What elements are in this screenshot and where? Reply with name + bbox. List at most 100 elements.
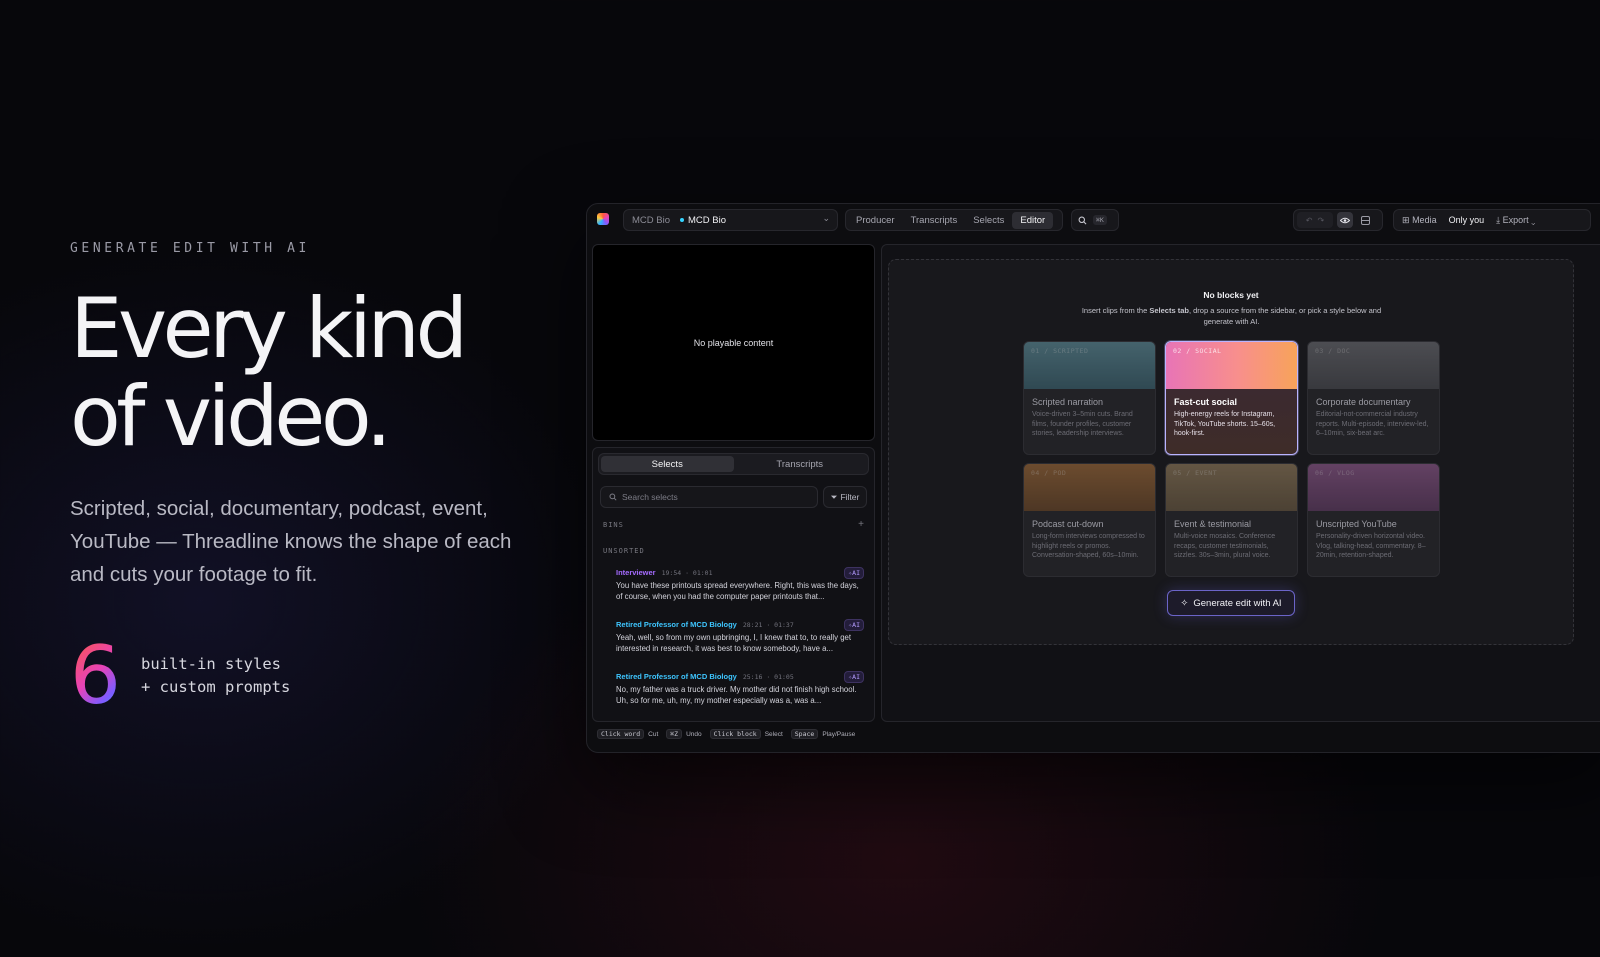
- visibility-button[interactable]: Only you: [1449, 215, 1485, 225]
- clip-timecode: 25:16 · 01:05: [742, 672, 794, 681]
- ai-badge: ✧AI: [844, 671, 864, 683]
- search-shortcut: ⌘K: [1093, 215, 1107, 225]
- selects-search-input[interactable]: [622, 492, 792, 502]
- style-card-tag: 02 / SOCIAL: [1173, 347, 1222, 355]
- style-card-title: Podcast cut-down: [1032, 519, 1104, 529]
- style-card-description: Voice-driven 3–5min cuts. Brand films, f…: [1032, 411, 1133, 437]
- hero-eyebrow: GENERATE EDIT WITH AI: [70, 241, 310, 256]
- headline-line-1: Every kind: [70, 280, 468, 377]
- layout-toggle[interactable]: [1357, 212, 1373, 228]
- shortcut-hint: Click word Cut: [597, 729, 658, 739]
- clip-speaker: Interviewer: [616, 568, 656, 577]
- unsorted-label: UNSORTED: [603, 547, 645, 555]
- panel-layout-icon: [1360, 215, 1370, 225]
- tab-selects[interactable]: Selects: [965, 212, 1012, 229]
- search-icon: [1078, 216, 1087, 224]
- filter-button[interactable]: ⏷ Filter: [823, 486, 867, 508]
- selects-search-row: ⏷ Filter: [600, 486, 867, 508]
- style-card-description: Multi-voice mosaics. Conference recaps, …: [1174, 533, 1276, 559]
- chevron-down-icon: ⌄: [1531, 214, 1536, 225]
- tab-producer[interactable]: Producer: [848, 212, 903, 229]
- ai-badge-label: AI: [852, 621, 860, 629]
- ai-badge-label: AI: [852, 673, 860, 681]
- style-card-description: Editorial-not-commercial industry report…: [1316, 411, 1429, 437]
- shortcut-key: ⌘Z: [666, 729, 683, 739]
- project-parent: MCD Bio: [632, 214, 671, 226]
- ai-badge: ✧AI: [844, 567, 864, 579]
- filter-icon: ⏷: [830, 491, 838, 502]
- tab-transcripts[interactable]: Transcripts: [734, 456, 867, 472]
- search-button[interactable]: ⌘K: [1071, 209, 1119, 231]
- tab-transcripts[interactable]: Transcripts: [903, 212, 966, 229]
- shortcut-action: Undo: [686, 730, 702, 738]
- desc-part-2: , drop a source from the sidebar, or pic…: [1188, 306, 1382, 326]
- chevron-down-icon: ⌄: [822, 213, 830, 223]
- stat-line-2: + custom prompts: [141, 678, 291, 696]
- style-card-4[interactable]: 04 / POD Podcast cut-down Long-form interv…: [1023, 463, 1156, 577]
- selects-search: [600, 486, 818, 508]
- shortcut-key: Click block: [709, 729, 761, 739]
- stat-caption: built-in styles + custom prompts: [141, 653, 290, 699]
- export-button[interactable]: ⤓ Export ⌄: [1496, 215, 1535, 226]
- clip-transcript: You have these printouts spread everywhe…: [616, 581, 859, 601]
- app-logo-icon[interactable]: [597, 213, 609, 225]
- style-card-title: Scripted narration: [1032, 397, 1104, 407]
- empty-state-title: No blocks yet: [1203, 290, 1259, 300]
- undo-icon[interactable]: ↶: [1306, 216, 1313, 225]
- shortcut-key: Click word: [597, 729, 645, 739]
- add-bin-icon[interactable]: +: [858, 519, 864, 530]
- bins-label: BINS: [603, 521, 624, 529]
- style-card-thumbnail: 01 / SCRIPTED: [1024, 342, 1155, 389]
- generate-edit-button[interactable]: ✧ Generate edit with AI: [1167, 590, 1295, 616]
- project-name: MCD Bio: [688, 214, 727, 226]
- style-card-1[interactable]: 01 / SCRIPTED Scripted narration Voice-dri…: [1023, 341, 1156, 455]
- style-card-2[interactable]: 02 / SOCIAL Fast-cut social High-energy re…: [1165, 341, 1298, 455]
- history-view-controls: ↶ ↷: [1293, 209, 1383, 231]
- editor-panel: No blocks yet Insert clips from the Sele…: [881, 244, 1600, 722]
- style-card-title: Event & testimonial: [1174, 519, 1252, 529]
- list-item[interactable]: Retired Professor of MCD Biology 28:21 · …: [593, 616, 874, 668]
- style-card-6[interactable]: 06 / VLOG Unscripted YouTube Personality-d…: [1307, 463, 1440, 577]
- video-viewer[interactable]: No playable content: [592, 244, 875, 441]
- style-card-title: Corporate documentary: [1316, 397, 1411, 407]
- redo-icon[interactable]: ↷: [1318, 216, 1325, 225]
- style-card-description: High-energy reels for Instagram, TikTok,…: [1174, 411, 1276, 437]
- shortcut-key: Space: [790, 729, 819, 739]
- ai-badge-label: AI: [852, 569, 860, 577]
- list-item[interactable]: Interviewer 19:54 · 01:01 ✧AI You have thes…: [593, 564, 874, 616]
- tab-editor[interactable]: Editor: [1012, 211, 1054, 229]
- media-label: Media: [1412, 214, 1437, 225]
- style-card-5[interactable]: 05 / EVENT Event & testimonial Multi-voice…: [1165, 463, 1298, 577]
- list-item[interactable]: Retired Professor of MCD Biology 25:16 · …: [593, 668, 874, 720]
- project-selector[interactable]: MCD Bio MCD Bio ⌄: [623, 209, 838, 231]
- media-button[interactable]: ⊞ Media: [1402, 215, 1437, 226]
- status-dot-icon: [680, 218, 685, 222]
- eye-icon: [1340, 217, 1350, 223]
- undo-redo-group: ↶ ↷: [1297, 212, 1333, 228]
- headline-line-2: of video.: [70, 368, 392, 465]
- selects-tab-link: Selects tab: [1149, 306, 1189, 315]
- preview-toggle[interactable]: [1337, 212, 1353, 228]
- style-card-3[interactable]: 03 / DOC Corporate documentary Editorial-n…: [1307, 341, 1440, 455]
- stat-line-1: built-in styles: [141, 655, 281, 673]
- share-controls: ⊞ Media Only you ⤓ Export ⌄: [1393, 209, 1591, 231]
- style-card-tag: 04 / POD: [1031, 469, 1067, 477]
- shortcut-action: Play/Pause: [822, 730, 856, 738]
- clip-transcript: No, my father was a truck driver. My mot…: [616, 685, 857, 705]
- generate-label: Generate edit with AI: [1193, 597, 1282, 609]
- style-card-thumbnail: 06 / VLOG: [1308, 464, 1439, 511]
- style-card-thumbnail: 05 / EVENT: [1166, 464, 1297, 511]
- clip-list: Interviewer 19:54 · 01:01 ✧AI You have thes…: [593, 564, 874, 720]
- stat-number: 6: [70, 636, 130, 716]
- style-card-description: Personality-driven horizontal video. Vlo…: [1316, 533, 1426, 559]
- clip-transcript: Yeah, well, so from my own upbringing, I…: [616, 633, 852, 653]
- search-icon: [609, 493, 617, 501]
- ai-badge: ✧AI: [844, 619, 864, 631]
- clip-header: Retired Professor of MCD Biology 28:21 · …: [616, 620, 864, 629]
- tab-selects[interactable]: Selects: [601, 456, 734, 472]
- style-card-tag: 01 / SCRIPTED: [1031, 347, 1089, 355]
- shortcut-hint: Space Play/Pause: [790, 729, 856, 739]
- desc-part-1: Insert clips from the: [1081, 306, 1150, 315]
- style-card-description: Long-form interviews compressed to highl…: [1032, 533, 1145, 559]
- timeline-dropzone[interactable]: No blocks yet Insert clips from the Sele…: [888, 259, 1574, 645]
